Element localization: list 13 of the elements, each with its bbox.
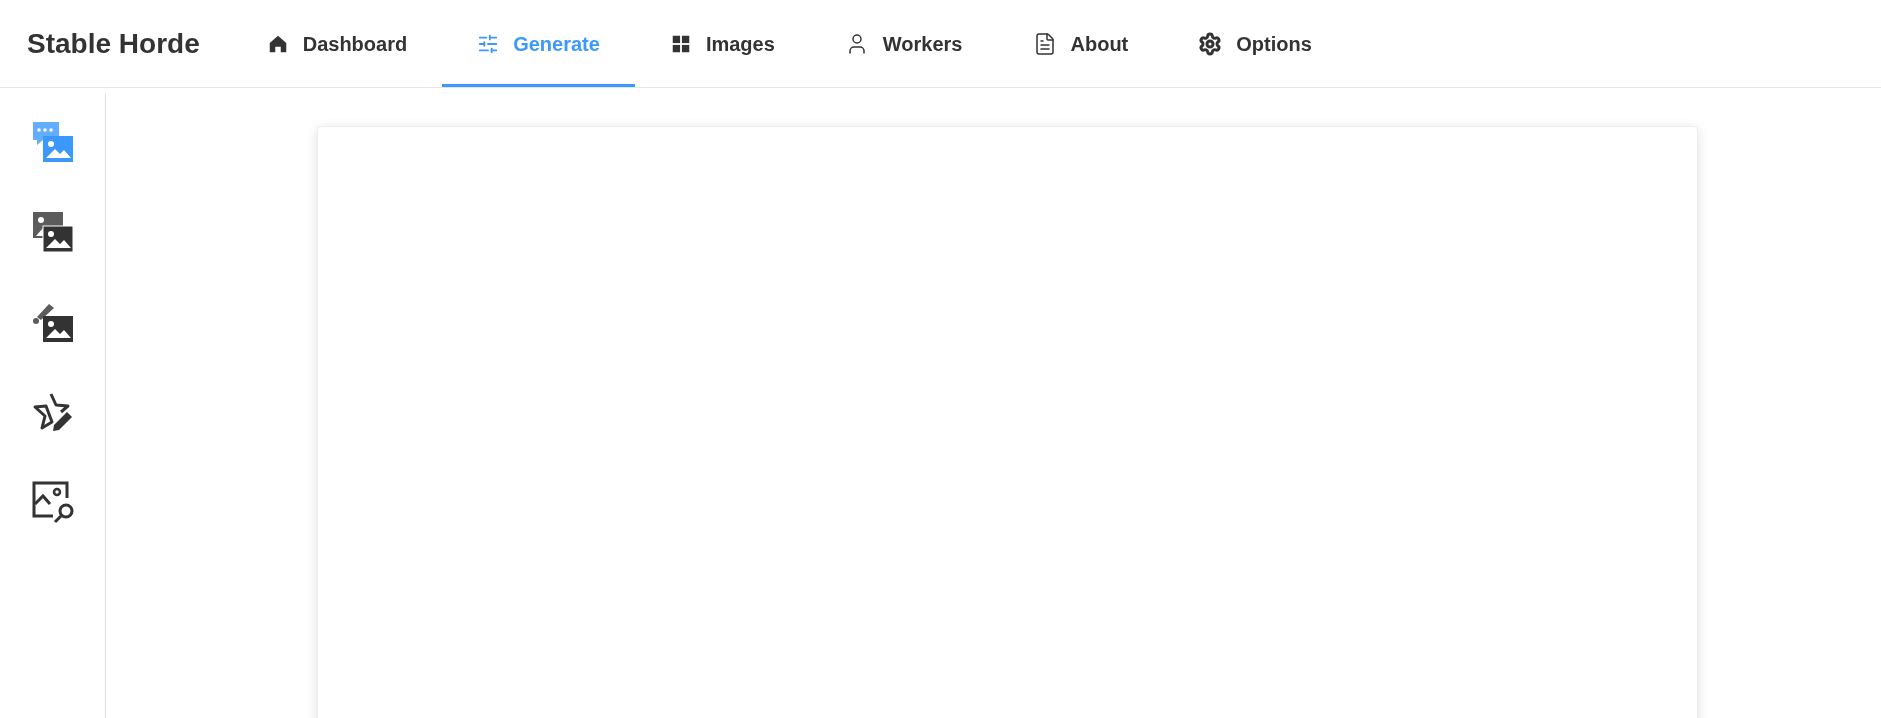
- app-title: Stable Horde: [27, 26, 200, 61]
- nav-tab[interactable]: Images: [634, 0, 810, 87]
- settings-icon: [1198, 31, 1223, 56]
- sidebar-button[interactable]: [30, 480, 75, 524]
- nav-tab[interactable]: Dashboard: [231, 0, 443, 87]
- chat-image-icon: [30, 120, 75, 164]
- sliders-icon: [477, 32, 500, 55]
- images-icon: [30, 210, 75, 254]
- sidebar-button[interactable]: [30, 210, 75, 254]
- image-search-icon: [30, 480, 75, 524]
- nav-tab[interactable]: Workers: [809, 0, 998, 87]
- nav-tab[interactable]: Options: [1163, 0, 1347, 87]
- nav-tab[interactable]: About: [997, 0, 1164, 87]
